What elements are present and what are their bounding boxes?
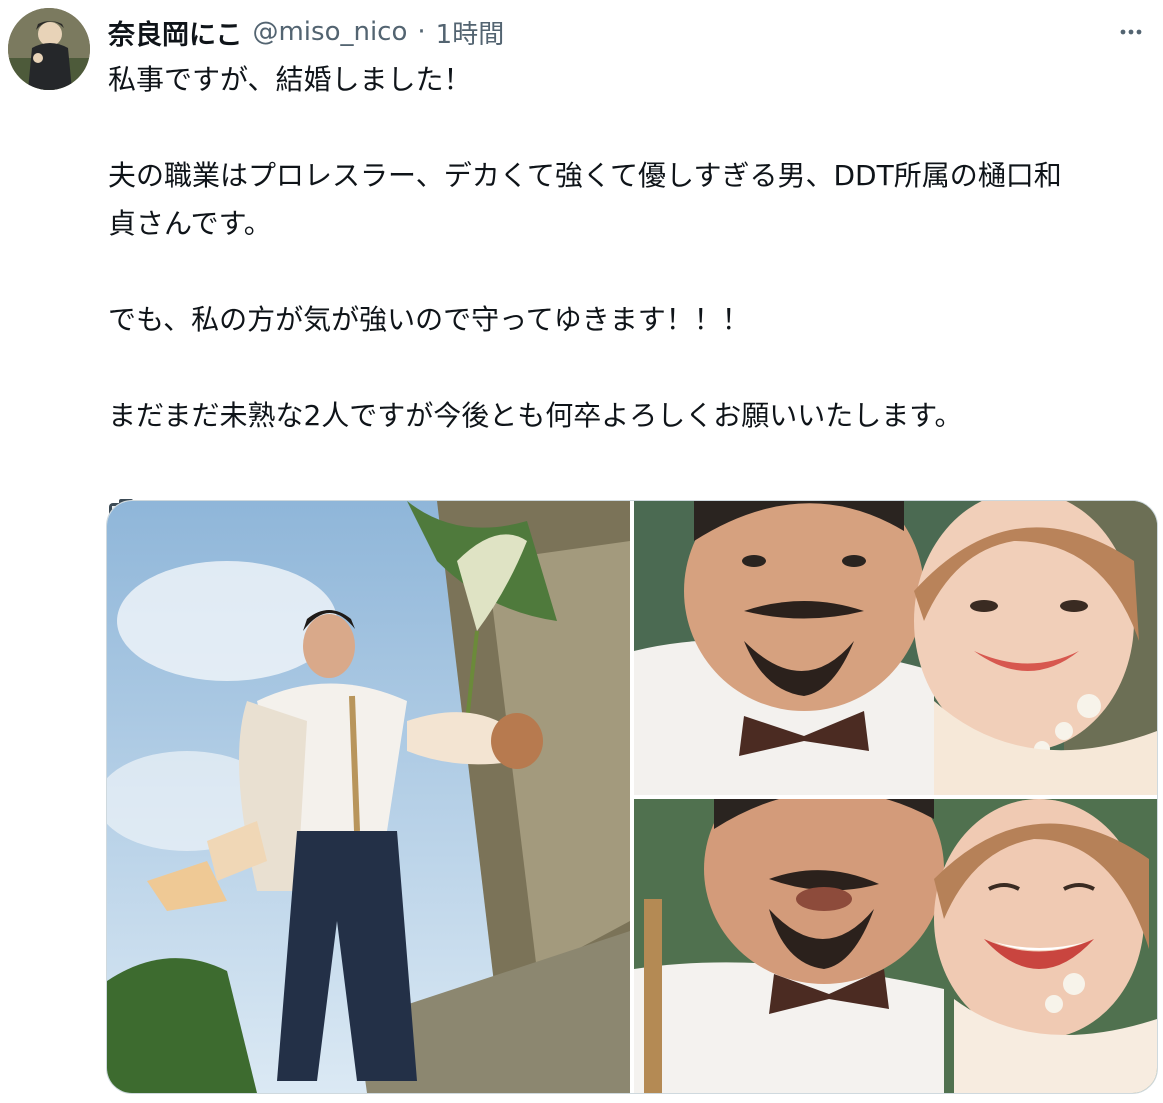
photo-couple-lift[interactable] [107,501,630,1093]
photo-image [634,501,1157,795]
photo-couple-laugh[interactable] [634,799,1157,1093]
user-handle[interactable]: @miso_nico [252,17,407,47]
more-horizontal-icon [1120,29,1142,35]
photo-image [107,501,630,1093]
tweet-text-line: 私事ですが、結婚しました！ [108,63,472,96]
tweet-text-line: 夫の職業はプロレスラー、デカくて強くて優しすぎる男、DDT所属の樋口和 [108,159,1062,192]
tweet-text-line: まだまだ未熟な2人ですが今後とも何卒よろしくお願いいたします。 [108,399,963,432]
media-grid [106,500,1158,1094]
more-options-button[interactable] [1113,14,1149,50]
tweet-text-line: でも、私の方が気が強いので守ってゆきます！！！ [108,303,750,336]
tweet-header: 奈良岡にこ @miso_nico · 1時間 [108,10,504,54]
display-name[interactable]: 奈良岡にこ [108,13,242,52]
separator-dot: · [417,17,426,47]
timestamp[interactable]: 1時間 [436,14,505,51]
tweet-text-line: 貞さんです。 [108,207,272,240]
tweet-text: 私事ですが、結婚しました！ 夫の職業はプロレスラー、デカくて強くて優しすぎる男、… [108,56,1148,536]
avatar[interactable] [8,8,90,90]
avatar-image [8,8,90,90]
photo-couple-smile[interactable] [634,501,1157,795]
photo-image [634,799,1157,1093]
